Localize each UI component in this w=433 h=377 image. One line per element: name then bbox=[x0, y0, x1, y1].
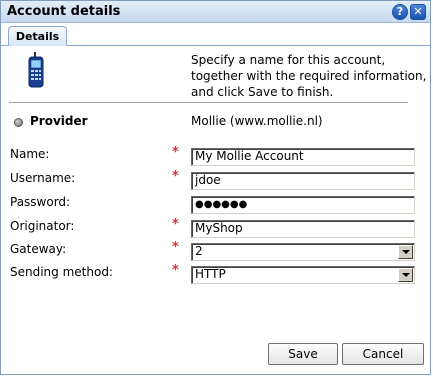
required-marker: * bbox=[172, 169, 179, 184]
gateway-label: Gateway: bbox=[10, 242, 67, 256]
required-marker: * bbox=[172, 217, 179, 232]
originator-label: Originator: bbox=[10, 219, 75, 233]
tab-strip: Details bbox=[1, 24, 430, 47]
close-icon[interactable]: ✕ bbox=[410, 4, 426, 20]
originator-field[interactable]: MyShop bbox=[191, 220, 415, 238]
phone-icon bbox=[28, 52, 44, 88]
provider-value: Mollie (www.mollie.nl) bbox=[191, 114, 323, 128]
dialog-footer: Save Cancel bbox=[1, 338, 430, 374]
dropdown-arrow-icon[interactable] bbox=[398, 245, 413, 259]
gateway-select[interactable]: 2 bbox=[191, 243, 415, 261]
name-field[interactable]: My Mollie Account bbox=[191, 148, 415, 166]
provider-label: Provider bbox=[30, 114, 88, 128]
cancel-button[interactable]: Cancel bbox=[342, 343, 424, 365]
instructions-text: Specify a name for this account, togethe… bbox=[191, 53, 427, 99]
gateway-selected-value: 2 bbox=[195, 244, 203, 258]
sending-method-selected-value: HTTP bbox=[195, 267, 226, 281]
name-label: Name: bbox=[10, 147, 50, 161]
password-label: Password: bbox=[10, 195, 71, 209]
provider-bullet-icon bbox=[14, 118, 23, 127]
required-marker: * bbox=[172, 263, 179, 278]
required-marker: * bbox=[172, 145, 179, 160]
titlebar: Account details ? ✕ bbox=[1, 1, 430, 23]
dropdown-arrow-icon[interactable] bbox=[398, 268, 413, 282]
help-icon[interactable]: ? bbox=[392, 4, 408, 20]
sending-method-label: Sending method: bbox=[10, 265, 113, 279]
sending-method-select[interactable]: HTTP bbox=[191, 266, 415, 284]
password-field[interactable]: ●●●●●● bbox=[191, 196, 415, 214]
username-label: Username: bbox=[10, 171, 76, 185]
separator bbox=[9, 102, 408, 104]
details-panel: Specify a name for this account, togethe… bbox=[1, 46, 430, 338]
dialog-title: Account details bbox=[7, 4, 121, 19]
tab-details[interactable]: Details bbox=[8, 26, 67, 47]
username-field[interactable]: jdoe bbox=[191, 172, 415, 190]
required-marker: * bbox=[172, 240, 179, 255]
save-button[interactable]: Save bbox=[268, 343, 338, 365]
account-details-dialog: Account details ? ✕ Details Specify a na… bbox=[0, 0, 431, 375]
